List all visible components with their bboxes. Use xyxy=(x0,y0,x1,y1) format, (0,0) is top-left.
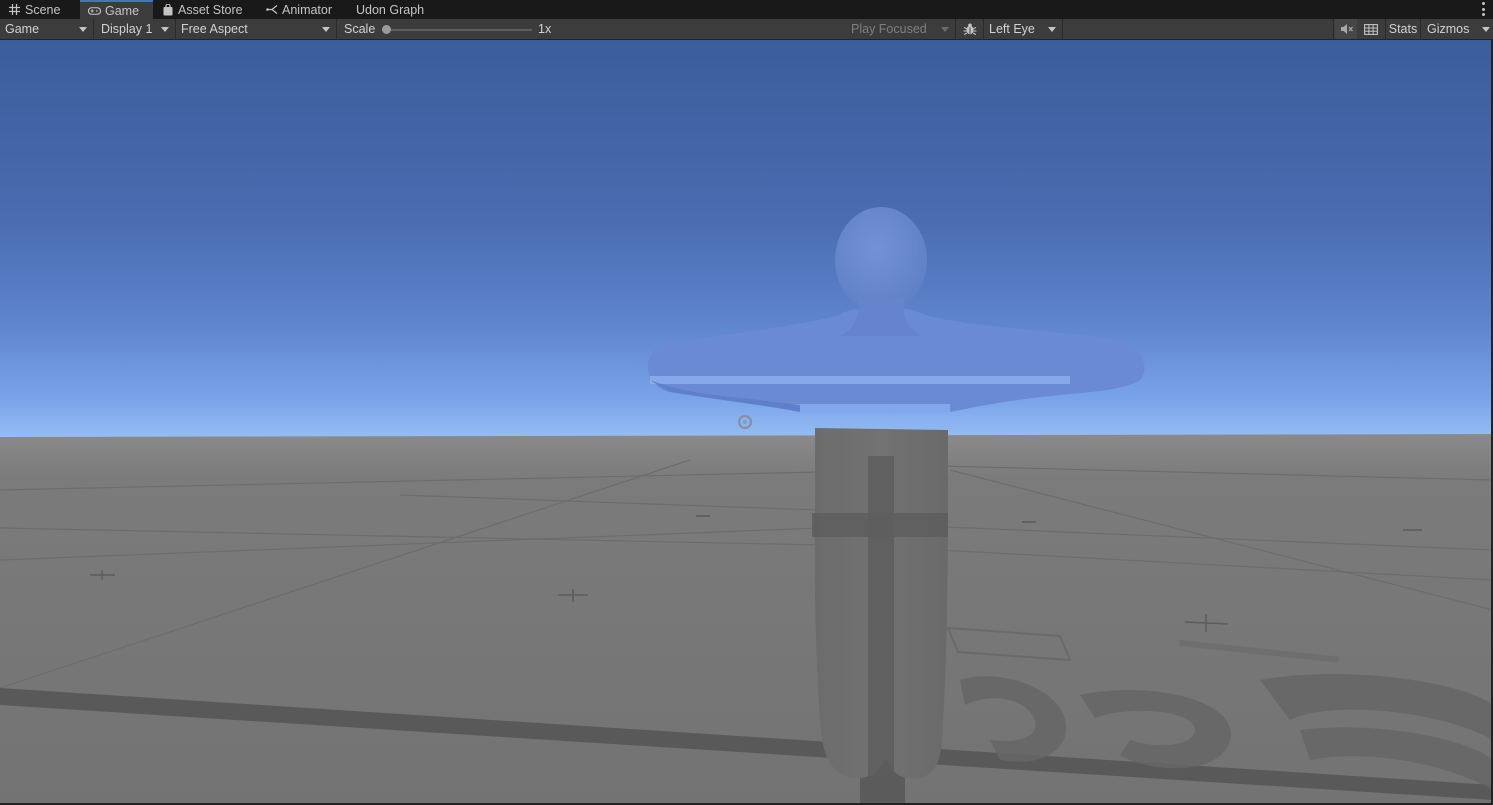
avatar-legs xyxy=(812,428,948,779)
tab-scene-label: Scene xyxy=(25,2,61,17)
editor-tab-strip: Scene Game Asset Store Animator Udon Gra… xyxy=(0,0,1493,19)
game-mode-value: Game xyxy=(5,22,40,36)
chevron-down-icon xyxy=(322,27,330,32)
tab-udon-graph[interactable]: Udon Graph xyxy=(345,0,431,19)
avatar-head xyxy=(835,207,927,313)
scale-label: Scale xyxy=(344,22,376,36)
chevron-down-icon xyxy=(1482,27,1490,32)
aspect-ratio-value: Free Aspect xyxy=(181,22,248,36)
tab-game[interactable]: Game xyxy=(80,0,153,19)
chevron-down-icon xyxy=(941,27,949,32)
animator-icon xyxy=(265,3,278,16)
game-mode-dropdown[interactable]: Game xyxy=(0,19,94,39)
play-focused-dropdown[interactable]: Play Focused xyxy=(846,19,956,39)
game-view-toolbar: Game Display 1 Free Aspect Scale 1x Play… xyxy=(0,19,1493,40)
tab-animator-label: Animator xyxy=(282,2,333,17)
shopping-bag-icon xyxy=(161,3,174,16)
grid-toggle-icon[interactable] xyxy=(1359,19,1383,39)
tab-asset-store[interactable]: Asset Store xyxy=(153,0,257,19)
grid-icon xyxy=(8,3,21,16)
gizmos-dropdown[interactable]: Gizmos xyxy=(1422,19,1493,39)
eye-dropdown[interactable]: Left Eye xyxy=(983,19,1063,39)
display-value: Display 1 xyxy=(101,22,153,36)
scale-value: 1x xyxy=(538,22,552,36)
tab-game-label: Game xyxy=(105,3,140,18)
chevron-down-icon xyxy=(161,27,169,32)
gizmos-label: Gizmos xyxy=(1427,22,1470,36)
stats-button[interactable]: Stats xyxy=(1385,19,1421,39)
mute-audio-icon[interactable] xyxy=(1335,19,1357,39)
aspect-ratio-dropdown[interactable]: Free Aspect xyxy=(176,19,337,39)
tab-animator[interactable]: Animator xyxy=(257,0,345,19)
gamepad-icon xyxy=(88,4,101,17)
game-viewport[interactable] xyxy=(0,40,1493,805)
tab-scene[interactable]: Scene xyxy=(0,0,80,19)
play-focused-value: Play Focused xyxy=(851,22,927,36)
eye-value: Left Eye xyxy=(989,22,1035,36)
tab-asset-store-label: Asset Store xyxy=(178,2,243,17)
scale-slider-track[interactable] xyxy=(386,29,532,31)
chevron-down-icon xyxy=(79,27,87,32)
tab-udon-graph-label: Udon Graph xyxy=(356,2,425,17)
kebab-menu-icon[interactable] xyxy=(1481,2,1485,16)
scale-slider-handle[interactable] xyxy=(382,25,391,34)
bug-icon[interactable] xyxy=(958,19,982,39)
game-render xyxy=(0,40,1493,805)
toolbar-divider xyxy=(1333,19,1334,39)
display-dropdown[interactable]: Display 1 xyxy=(96,19,176,39)
chevron-down-icon xyxy=(1048,27,1056,32)
